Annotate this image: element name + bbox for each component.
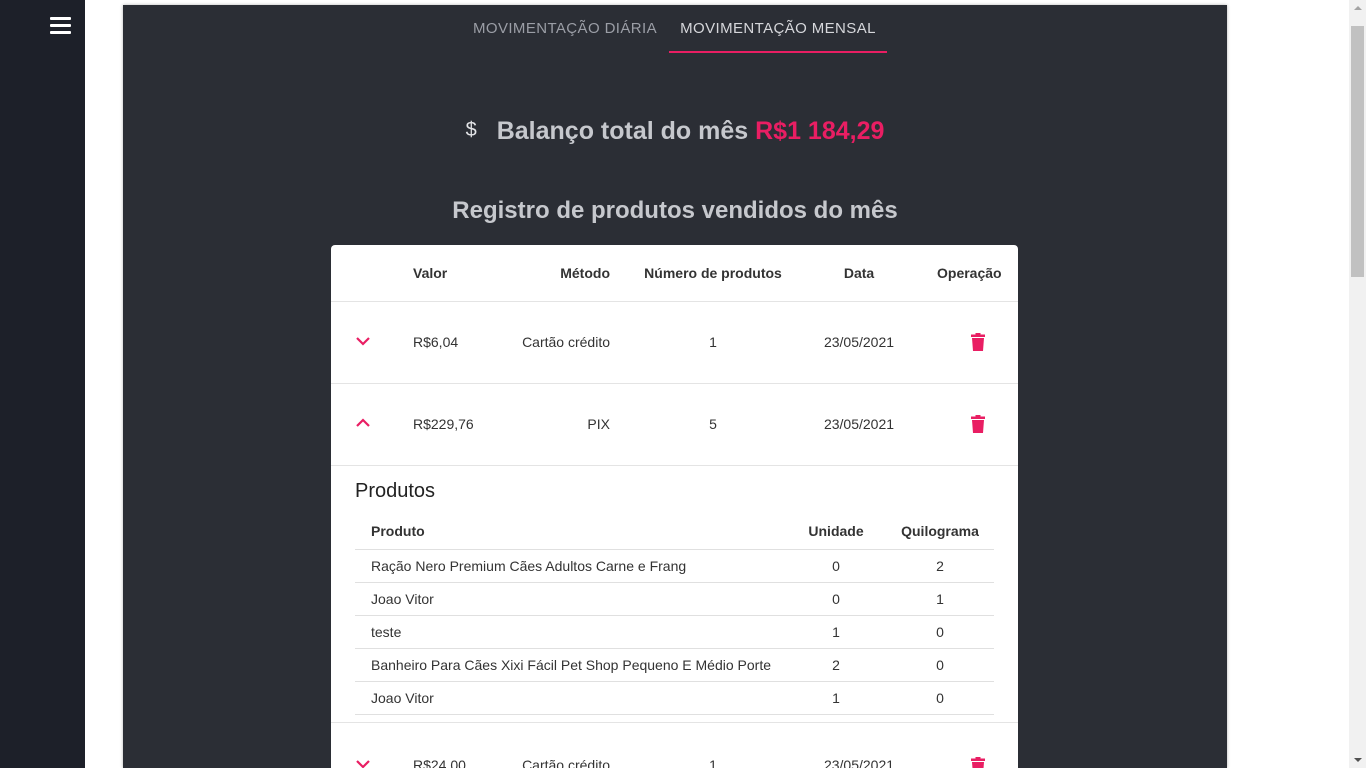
- tab-monthly-movement[interactable]: MOVIMENTAÇÃO MENSAL: [669, 5, 887, 53]
- product-quilograma-text: 2: [936, 558, 944, 574]
- header-metodo: Método: [560, 265, 610, 281]
- header-operacao: Operação: [937, 265, 1002, 281]
- header-quilograma-text: Quilograma: [901, 523, 979, 539]
- row-metodo: Cartão crédito: [522, 334, 610, 350]
- product-name: Joao Vitor: [371, 591, 434, 607]
- row-metodo: PIX: [587, 416, 610, 432]
- header-produto: Produto: [371, 523, 425, 539]
- trash-icon[interactable]: [971, 415, 985, 433]
- product-row: Joao Vitor 0 1: [355, 583, 994, 616]
- table-header: Valor Método Número de produtos Data Ope…: [331, 245, 1018, 302]
- hamburger-menu-icon[interactable]: [50, 15, 71, 36]
- dollar-icon: $: [465, 119, 477, 141]
- product-row: Joao Vitor 1 0: [355, 682, 994, 715]
- sidebar: [0, 0, 85, 768]
- trash-icon[interactable]: [971, 333, 985, 351]
- table-row: R$24,00 Cartão crédito 1 23/05/2021: [331, 723, 1018, 768]
- row-data-text: 23/05/2021: [823, 416, 895, 432]
- vertical-scrollbar[interactable]: [1349, 0, 1366, 768]
- product-quilograma-text: 0: [936, 657, 944, 673]
- scroll-thumb[interactable]: [1351, 26, 1364, 277]
- product-quilograma-text: 1: [936, 591, 944, 607]
- chevron-down-icon[interactable]: [355, 759, 371, 768]
- product-quilograma-text: 0: [936, 624, 944, 640]
- tab-bar: MOVIMENTAÇÃO DIÁRIA MOVIMENTAÇÃO MENSAL: [123, 5, 1227, 53]
- header-numero-text: Número de produtos: [644, 265, 782, 281]
- chevron-up-icon[interactable]: [355, 418, 371, 428]
- monthly-balance: $ Balanço total do mês R$1 184,29: [123, 117, 1227, 146]
- main-panel: MOVIMENTAÇÃO DIÁRIA MOVIMENTAÇÃO MENSAL …: [123, 5, 1227, 768]
- product-name: teste: [371, 624, 402, 640]
- header-data-text: Data: [843, 265, 875, 281]
- product-name: Joao Vitor: [371, 690, 434, 706]
- trash-icon[interactable]: [971, 757, 985, 768]
- product-unidade-text: 0: [832, 558, 840, 574]
- row-valor: R$229,76: [413, 416, 474, 432]
- product-row: Banheiro Para Cães Xixi Fácil Pet Shop P…: [355, 649, 994, 682]
- row-valor: R$6,04: [413, 334, 459, 350]
- balance-value: R$1 184,29: [755, 117, 885, 145]
- row-numero-text: 5: [709, 416, 717, 432]
- row-numero-text: 1: [709, 757, 717, 768]
- section-title: Registro de produtos vendidos do mês: [452, 197, 898, 224]
- product-unidade-text: 0: [832, 591, 840, 607]
- row-numero-text: 1: [709, 334, 717, 350]
- sales-table: Valor Método Número de produtos Data Ope…: [331, 245, 1018, 768]
- row-metodo: Cartão crédito: [522, 757, 610, 768]
- balance-label: Balanço total do mês: [496, 117, 749, 145]
- tab-daily-movement[interactable]: MOVIMENTAÇÃO DIÁRIA: [463, 5, 667, 53]
- products-detail: Produtos Produto Unidade Quilograma Raçã…: [331, 466, 1018, 723]
- scroll-up-arrow-icon[interactable]: [1354, 6, 1362, 10]
- product-row: Ração Nero Premium Cães Adultos Carne e …: [355, 550, 994, 583]
- product-name: Banheiro Para Cães Xixi Fácil Pet Shop P…: [371, 657, 772, 673]
- product-unidade-text: 2: [832, 657, 840, 673]
- product-unidade-text: 1: [832, 624, 840, 640]
- row-data-text: 23/05/2021: [823, 757, 895, 768]
- header-valor: Valor: [413, 265, 448, 281]
- row-valor: R$24,00: [413, 757, 466, 768]
- chevron-down-icon[interactable]: [355, 336, 371, 346]
- table-row: R$229,76 PIX 5 23/05/2021: [331, 384, 1018, 466]
- header-unidade-text: Unidade: [808, 523, 864, 539]
- product-name: Ração Nero Premium Cães Adultos Carne e …: [371, 558, 687, 574]
- row-data-text: 23/05/2021: [823, 334, 895, 350]
- products-title: Produtos: [355, 480, 436, 502]
- product-unidade-text: 1: [832, 690, 840, 706]
- product-quilograma-text: 0: [936, 690, 944, 706]
- table-row: R$6,04 Cartão crédito 1 23/05/2021: [331, 302, 1018, 384]
- products-header: Produto Unidade Quilograma: [355, 512, 994, 550]
- product-row: teste 1 0: [355, 616, 994, 649]
- scroll-down-arrow-icon[interactable]: [1354, 758, 1362, 762]
